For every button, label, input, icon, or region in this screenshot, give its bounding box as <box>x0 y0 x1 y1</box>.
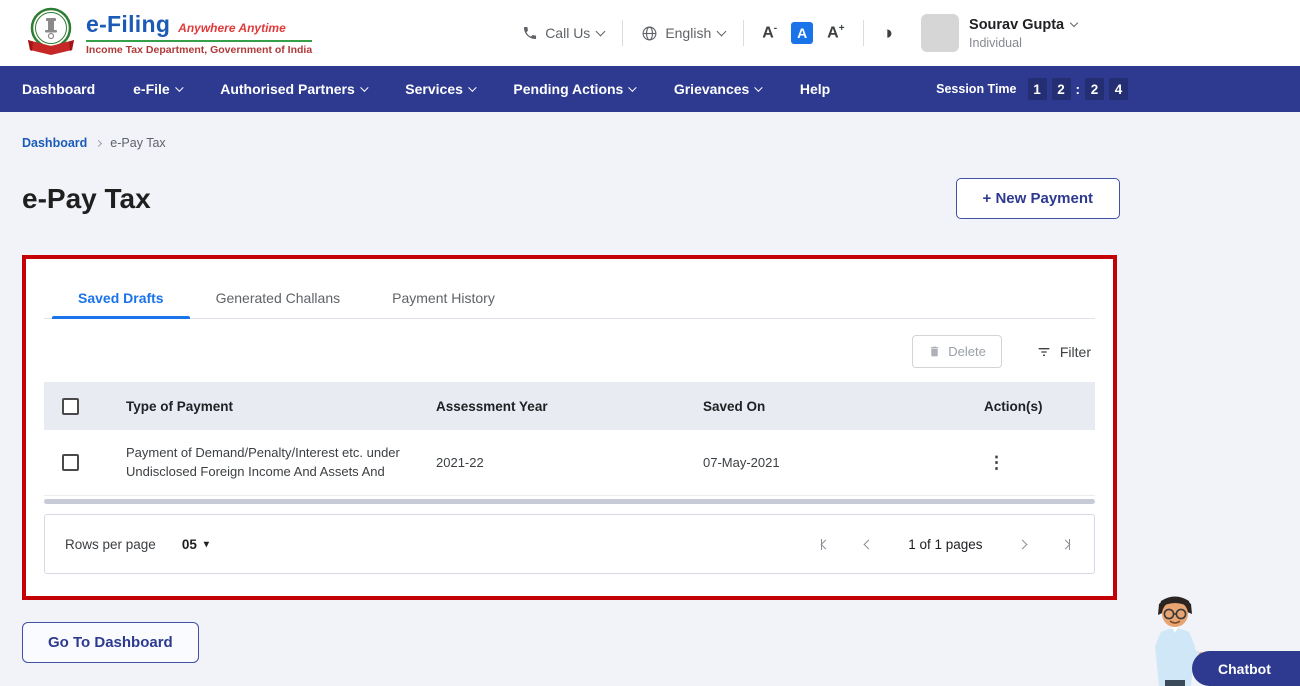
previous-page-button[interactable] <box>865 541 872 548</box>
font-size-controls: A- A A+ <box>762 22 844 44</box>
session-digit: 2 <box>1052 78 1071 100</box>
row-actions-kebab-icon[interactable]: ⋮ <box>970 453 1095 473</box>
contrast-toggle-icon[interactable]: ◑ <box>882 24 893 43</box>
divider <box>622 20 623 46</box>
session-separator: : <box>1076 82 1081 97</box>
user-role: Individual <box>969 36 1077 50</box>
income-tax-emblem-icon <box>26 6 76 60</box>
go-to-dashboard-button[interactable]: Go To Dashboard <box>22 622 199 663</box>
session-digit: 2 <box>1085 78 1104 100</box>
nav-item-dashboard[interactable]: Dashboard <box>22 81 95 97</box>
cell-saved-on: 07-May-2021 <box>703 455 970 470</box>
cell-assessment-year: 2021-22 <box>436 455 703 470</box>
chevron-down-icon <box>1070 19 1078 27</box>
tab-generated-challans[interactable]: Generated Challans <box>190 277 367 318</box>
table-header-row: Type of Payment Assessment Year Saved On… <box>44 382 1095 430</box>
tab-payment-history[interactable]: Payment History <box>366 277 521 318</box>
nav-item-help[interactable]: Help <box>800 81 830 97</box>
column-header-type-of-payment: Type of Payment <box>126 399 436 414</box>
chatbot-widget: Chatbot <box>1125 586 1300 686</box>
filter-button[interactable]: Filter <box>1036 344 1091 360</box>
saved-drafts-table: Type of Payment Assessment Year Saved On… <box>44 382 1095 504</box>
globe-icon <box>641 25 658 42</box>
last-page-button[interactable] <box>1062 539 1071 550</box>
breadcrumb-dashboard-link[interactable]: Dashboard <box>22 136 87 150</box>
breadcrumb-current: e-Pay Tax <box>110 136 165 150</box>
session-time-label: Session Time <box>936 82 1016 96</box>
divider <box>863 20 864 46</box>
main-navigation: Dashboard e-File Authorised Partners Ser… <box>0 66 1300 112</box>
brand-subtitle: Income Tax Department, Government of Ind… <box>86 44 312 56</box>
trash-icon <box>928 345 941 358</box>
call-us-label: Call Us <box>545 25 590 41</box>
header-controls: Call Us English A- A A+ ◑ <box>522 20 893 46</box>
column-header-actions: Action(s) <box>970 399 1095 414</box>
font-increase-button[interactable]: A+ <box>827 23 844 42</box>
chevron-down-icon <box>717 27 727 37</box>
horizontal-scrollbar[interactable] <box>44 499 1095 504</box>
cell-type-of-payment: Payment of Demand/Penalty/Interest etc. … <box>126 432 436 494</box>
select-all-checkbox[interactable] <box>62 398 79 415</box>
page-title: e-Pay Tax <box>22 183 151 215</box>
brand-name: e-Filing <box>86 11 170 38</box>
caret-down-icon: ▾ <box>204 539 209 550</box>
tab-bar: Saved Drafts Generated Challans Payment … <box>44 277 1095 319</box>
row-checkbox[interactable] <box>62 454 79 471</box>
nav-item-services[interactable]: Services <box>405 81 475 97</box>
nav-item-authorised-partners[interactable]: Authorised Partners <box>220 81 367 97</box>
rows-per-page-label: Rows per page <box>65 537 156 552</box>
chatbot-button[interactable]: Chatbot <box>1192 651 1300 686</box>
top-header: e-Filing Anywhere Anytime Income Tax Dep… <box>0 0 1300 66</box>
chevron-down-icon <box>469 84 477 92</box>
new-payment-button[interactable]: + New Payment <box>956 178 1120 219</box>
brand-tagline: Anywhere Anytime <box>178 21 286 35</box>
session-digit: 1 <box>1028 78 1047 100</box>
pagination-bar: Rows per page 05 ▾ 1 of 1 pages <box>44 514 1095 574</box>
chevron-down-icon <box>596 27 606 37</box>
column-header-saved-on: Saved On <box>703 399 970 414</box>
tab-saved-drafts[interactable]: Saved Drafts <box>52 277 190 318</box>
language-label: English <box>665 25 711 41</box>
user-menu[interactable]: Sourav Gupta Individual <box>921 14 1077 52</box>
chevron-down-icon <box>629 84 637 92</box>
avatar <box>921 14 959 52</box>
first-page-button[interactable] <box>821 539 830 550</box>
annotation-highlight-box: Saved Drafts Generated Challans Payment … <box>22 255 1117 600</box>
filter-icon <box>1036 344 1052 360</box>
nav-item-efile[interactable]: e-File <box>133 81 182 97</box>
table-row: Payment of Demand/Penalty/Interest etc. … <box>44 430 1095 496</box>
delete-button[interactable]: Delete <box>912 335 1002 368</box>
phone-icon <box>522 25 538 41</box>
page-status: 1 of 1 pages <box>908 537 982 552</box>
column-header-assessment-year: Assessment Year <box>436 399 703 414</box>
language-menu[interactable]: English <box>641 25 725 42</box>
font-decrease-button[interactable]: A- <box>762 23 777 42</box>
chevron-down-icon <box>176 84 184 92</box>
breadcrumb: Dashboard e-Pay Tax <box>22 136 1300 150</box>
nav-item-grievances[interactable]: Grievances <box>674 81 762 97</box>
session-timer: Session Time 1 2 : 2 4 <box>936 78 1128 100</box>
session-digit: 4 <box>1109 78 1128 100</box>
font-default-button[interactable]: A <box>791 22 813 44</box>
call-us-menu[interactable]: Call Us <box>522 25 604 41</box>
rows-per-page-select[interactable]: 05 ▾ <box>182 537 209 552</box>
chevron-down-icon <box>755 84 763 92</box>
chevron-down-icon <box>361 84 369 92</box>
site-logo: e-Filing Anywhere Anytime Income Tax Dep… <box>26 6 312 60</box>
divider <box>743 20 744 46</box>
chevron-right-icon <box>95 139 102 146</box>
next-page-button[interactable] <box>1019 541 1026 548</box>
nav-item-pending-actions[interactable]: Pending Actions <box>513 81 635 97</box>
user-name: Sourav Gupta <box>969 17 1064 33</box>
